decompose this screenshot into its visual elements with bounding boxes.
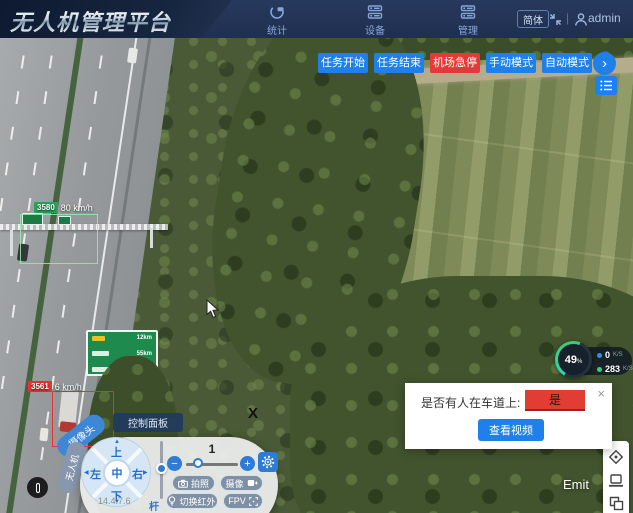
vehicle-speed: 6 km/h [55,382,82,392]
downlink-row: 283 K/S [597,364,633,374]
emit-label: Emit [563,477,589,492]
task-start-button[interactable]: 任务开始 [318,53,368,73]
nav-item-statistics[interactable]: 统计 [249,4,305,37]
target-x-marker: X [248,405,258,422]
uplink-value: 0 [605,350,610,360]
camera-icon [178,479,188,488]
detection-label: 3561 6 km/h [28,381,82,392]
button-label: FPV [228,496,246,506]
button-label: 摄像 [225,477,243,490]
control-panel-title[interactable]: 控制面板 [113,413,183,432]
vehicle-id-chip: 3580 [34,202,58,213]
drone-management-platform: 12km 55km 142km 3580 80 km/h 3561 6 km/h… [0,0,633,513]
button-label: 切换红外 [179,495,215,508]
battery-ring: 49 % [555,341,592,378]
anchor-icon [36,483,40,493]
close-icon[interactable]: × [597,386,605,401]
manual-mode-button[interactable]: 手动模式 [486,53,536,73]
confirm-yes-button[interactable]: 是 [525,390,585,409]
detection-label: 3580 80 km/h [34,202,93,213]
bulb-icon [168,496,176,506]
language-toggle-button[interactable]: 简体 [517,10,549,28]
locate-icon[interactable] [608,449,624,465]
nav-item-devices[interactable]: 设备 [347,4,403,37]
vehicle-car [127,47,138,63]
vehicle-car [39,428,48,442]
view-video-button[interactable]: 查看视频 [478,419,544,441]
task-list-button[interactable] [595,76,617,95]
nav-item-management[interactable]: 管理 [440,4,496,37]
user-icon [574,12,588,27]
fullscreen-icon[interactable] [549,13,562,26]
nav-label: 管理 [458,22,478,37]
zoom-value: 1 [202,442,222,456]
emergency-stop-button[interactable]: 机场急停 [430,53,480,73]
auto-mode-button[interactable]: 自动模式 [542,53,592,73]
lane-alert-dialog: 是否有人在车道上: 是 × 查看视频 [405,383,612,449]
detection-box-green [20,214,98,264]
dpad-center-button[interactable]: 中 [103,459,131,487]
collapse-anchor-button[interactable] [27,477,48,498]
pie-chart-icon [269,4,285,20]
zoom-minus-button[interactable]: − [167,456,182,471]
sign-distance: 12km [137,335,152,341]
stick-slider-knob[interactable] [156,463,167,474]
copy-layers-icon[interactable] [609,496,624,511]
downlink-value: 283 [605,364,620,374]
vehicle-speed: 80 km/h [61,203,93,213]
list-icon [600,80,613,91]
username[interactable]: admin [588,11,621,25]
expand-panel-button[interactable]: › [593,52,616,75]
sign-destination [92,351,109,356]
divider: | [566,11,569,25]
percent-sign: % [577,359,582,365]
toggle-infrared-button[interactable]: 切换红外 [166,493,218,509]
fpv-button[interactable]: FPV [223,493,263,509]
vehicle-id-chip: 3561 [28,381,52,392]
stick-amount-label: 杆量 [149,498,159,513]
downlink-dot [597,367,602,372]
gimbal-settings-button[interactable] [258,452,278,472]
zoom-plus-button[interactable]: + [240,456,255,471]
top-bar: 无人机管理平台 统计 设备 [0,0,633,38]
zoom-slider-knob[interactable] [193,458,203,468]
take-photo-button[interactable]: 拍照 [172,475,215,491]
app-logo: 无人机管理平台 [10,5,171,37]
uplink-unit: K/S [613,352,623,358]
dpad-up-button[interactable]: 上 [111,444,122,460]
uplink-dot [597,353,602,358]
server-rack-icon [460,4,476,20]
dpad-left-button[interactable]: 左 [90,466,101,482]
lane-line [0,36,30,513]
lane-line [0,36,58,513]
button-label: 拍照 [191,477,209,490]
gear-icon [261,455,275,469]
video-camera-icon [247,479,258,487]
uplink-row: 0 K/S [597,350,623,360]
video-watermark: 14.4.7.6 [98,496,131,506]
fpv-frame-icon [249,497,258,506]
gantry-leg [150,228,153,248]
dpad-right-button[interactable]: 右 [132,466,143,482]
laptop-icon[interactable] [608,473,624,488]
battery-percent: 49 [565,354,577,366]
nav-label: 统计 [267,22,287,37]
task-end-button[interactable]: 任务结束 [374,53,424,73]
server-rack-icon [367,4,383,20]
record-video-button[interactable]: 摄像 [220,475,263,491]
map-tools-toolbar [603,441,629,513]
nav-label: 设备 [365,22,385,37]
gantry-leg [10,230,13,256]
dialog-question: 是否有人在车道上: [421,394,520,411]
downlink-unit: K/S [623,366,633,372]
sign-route-chip [92,336,105,341]
